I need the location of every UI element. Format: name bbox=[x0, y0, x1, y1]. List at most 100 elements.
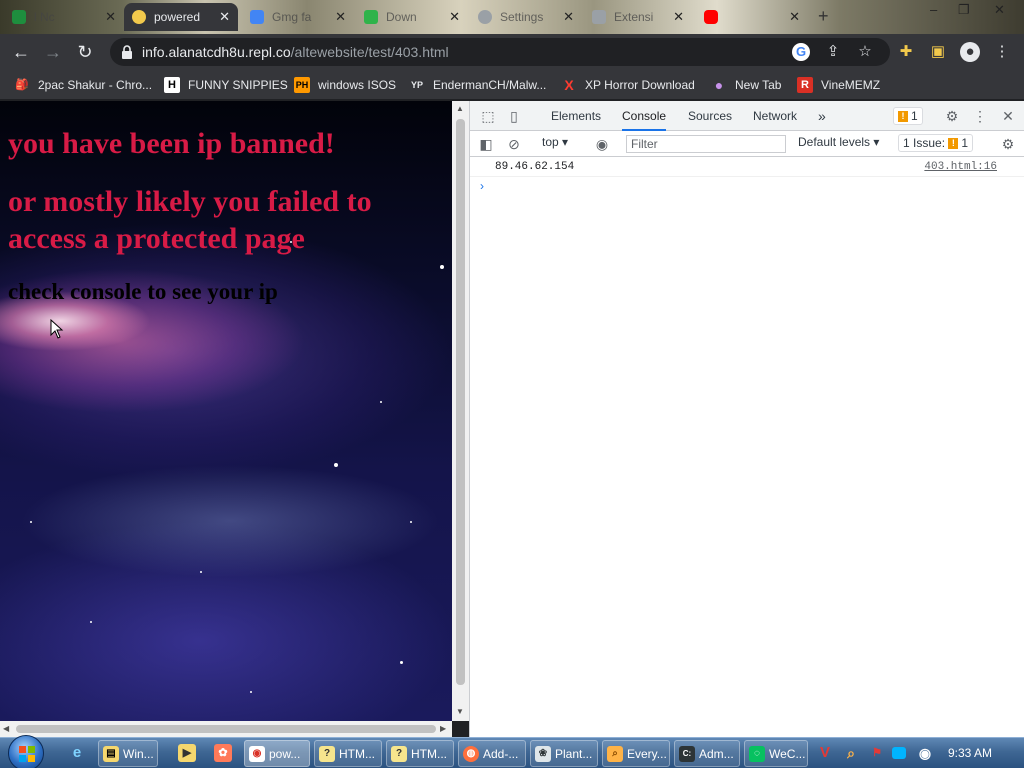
url-text[interactable]: info.alanatcdh8u.repl.co/altewebsite/tes… bbox=[142, 44, 449, 60]
issues-badge[interactable]: ! 1 bbox=[893, 107, 923, 125]
vertical-scroll-thumb[interactable] bbox=[456, 119, 465, 685]
minimize-button[interactable]: – bbox=[930, 2, 937, 17]
tab-1-close-icon[interactable]: ✕ bbox=[105, 9, 116, 25]
address-bar[interactable]: info.alanatcdh8u.repl.co/altewebsite/tes… bbox=[110, 38, 890, 66]
bookmark-2pac-icon: 🎒 bbox=[15, 79, 29, 91]
maximize-button[interactable]: ❐ bbox=[958, 2, 970, 18]
taskbar-windows-explorer[interactable]: ▤ Win... bbox=[98, 740, 158, 767]
issues-label: 1 Issue: bbox=[903, 136, 946, 150]
clear-console-icon[interactable]: ⊘ bbox=[506, 136, 522, 152]
reload-button[interactable]: ↻ bbox=[74, 41, 96, 63]
show-sidebar-icon[interactable]: ◧ bbox=[478, 136, 494, 152]
console-log-row: 89.46.62.154 403.html:16 bbox=[470, 157, 1024, 177]
context-select[interactable]: top ▾ bbox=[542, 135, 568, 149]
bookmark-new-tab[interactable]: ● New Tab bbox=[711, 76, 782, 94]
taskbar-admin-cmd[interactable]: C: Adm... bbox=[674, 740, 740, 767]
tab-7-close-icon[interactable]: ✕ bbox=[789, 9, 800, 25]
bookmark-2pac[interactable]: 🎒 2pac Shakur - Chro... bbox=[14, 76, 152, 94]
taskbar-label: Add-... bbox=[483, 746, 519, 761]
tab-2-favicon-icon bbox=[132, 10, 146, 24]
tab-4[interactable]: Down ✕ bbox=[356, 3, 468, 31]
tab-6-close-icon[interactable]: ✕ bbox=[673, 9, 684, 25]
taskbar-chrome[interactable]: ◉ pow... bbox=[244, 740, 310, 767]
horizontal-scroll-thumb[interactable] bbox=[16, 725, 436, 733]
console-filter-input[interactable]: Filter bbox=[626, 135, 786, 153]
tab-elements[interactable]: Elements bbox=[551, 101, 601, 131]
volume-tray-icon[interactable]: ◉ bbox=[916, 744, 934, 762]
search-tray-icon[interactable]: ⌕ bbox=[842, 744, 860, 762]
tab-3[interactable]: Gmg fa ✕ bbox=[242, 3, 354, 31]
flag-tray-icon[interactable]: ⚑ bbox=[868, 744, 886, 762]
scroll-up-arrow-icon[interactable]: ▲ bbox=[456, 104, 464, 113]
bookmark-ph-icon: PH bbox=[294, 77, 310, 93]
lock-icon[interactable] bbox=[120, 44, 134, 60]
page-horizontal-scrollbar[interactable]: ◀ ▶ bbox=[0, 721, 452, 737]
tab-2-active[interactable]: powered ✕ bbox=[124, 3, 238, 31]
tab-7[interactable]: ✕ bbox=[696, 3, 808, 31]
devtools-close-icon[interactable]: ✕ bbox=[1000, 108, 1016, 124]
taskbar-plants[interactable]: ❀ Plant... bbox=[530, 740, 598, 767]
media-player-icon[interactable]: ▶ bbox=[178, 744, 196, 762]
share-icon[interactable]: ⇪ bbox=[824, 43, 842, 61]
explorer-icon: ▤ bbox=[103, 745, 119, 762]
scroll-left-arrow-icon[interactable]: ◀ bbox=[3, 724, 9, 733]
tab-network[interactable]: Network bbox=[753, 101, 797, 131]
tab-6-title: Extensi bbox=[614, 10, 654, 24]
url-path: /altewebsite/test/403.html bbox=[290, 44, 449, 60]
console-settings-gear-icon[interactable]: ⚙ bbox=[1000, 136, 1016, 152]
live-expression-eye-icon[interactable]: ◉ bbox=[594, 136, 610, 152]
check-console-text: check console to see your ip bbox=[8, 279, 278, 304]
issues-counter[interactable]: 1 Issue: ! 1 bbox=[898, 134, 974, 152]
taskbar-html-help-1[interactable]: ? HTM... bbox=[314, 740, 382, 767]
side-panel-icon[interactable]: ▣ bbox=[928, 42, 948, 62]
taskbar-everything-search[interactable]: ⌕ Every... bbox=[602, 740, 670, 767]
inspect-element-icon[interactable]: ⬚ bbox=[480, 108, 496, 124]
console-toolbar: ◧ ⊘ top ▾ ◉ Filter Default levels ▾ 1 Is… bbox=[470, 131, 1024, 157]
tab-3-close-icon[interactable]: ✕ bbox=[335, 9, 346, 25]
device-toolbar-icon[interactable]: ▯ bbox=[506, 108, 522, 124]
bookmark-windows-isos[interactable]: PH windows ISOS bbox=[294, 76, 396, 94]
new-tab-button[interactable]: + bbox=[818, 6, 829, 27]
bookmark-endermanch[interactable]: YP EndermanCH/Malw... bbox=[409, 76, 546, 94]
taskbar-wechat[interactable]: ◌ WeC... bbox=[744, 740, 808, 767]
log-levels-select[interactable]: Default levels ▾ bbox=[798, 135, 879, 149]
taskbar-clock[interactable]: 9:33 AM bbox=[948, 746, 992, 760]
bookmark-r-icon: R bbox=[797, 77, 813, 93]
console-prompt[interactable]: › bbox=[480, 179, 484, 193]
context-select-value: top bbox=[542, 135, 559, 149]
menu-kebab-icon[interactable]: ⋮ bbox=[992, 42, 1012, 62]
tab-sources[interactable]: Sources bbox=[688, 101, 732, 131]
tab-5[interactable]: Settings ✕ bbox=[470, 3, 582, 31]
tab-console[interactable]: Console bbox=[622, 101, 667, 131]
internet-explorer-icon[interactable]: e bbox=[68, 744, 86, 762]
start-button[interactable] bbox=[8, 735, 44, 768]
devtools-menu-kebab-icon[interactable]: ⋮ bbox=[972, 108, 988, 124]
close-window-button[interactable]: ✕ bbox=[994, 2, 1005, 18]
bookmark-vinememz[interactable]: R VineMEMZ bbox=[797, 76, 880, 94]
back-button[interactable]: ← bbox=[10, 41, 32, 63]
profile-avatar-icon[interactable]: ● bbox=[960, 42, 980, 62]
scroll-right-arrow-icon[interactable]: ▶ bbox=[440, 724, 446, 733]
tab-4-close-icon[interactable]: ✕ bbox=[449, 9, 460, 25]
bookmark-xp-horror[interactable]: X XP Horror Download bbox=[561, 76, 695, 94]
extensions-puzzle-icon[interactable]: ✚ bbox=[896, 42, 916, 62]
monitor-tray-icon[interactable] bbox=[892, 747, 906, 759]
taskbar-firefox-addons[interactable]: ◍ Add-... bbox=[458, 740, 526, 767]
paint-icon[interactable]: ✿ bbox=[214, 744, 232, 762]
bookmark-star-icon[interactable]: ☆ bbox=[856, 43, 874, 61]
tab-6[interactable]: Extensi ✕ bbox=[584, 3, 692, 31]
tab-2-close-icon[interactable]: ✕ bbox=[219, 9, 230, 25]
tab-1[interactable]: l Nc ✕ bbox=[4, 3, 124, 31]
tab-5-close-icon[interactable]: ✕ bbox=[563, 9, 574, 25]
bookmarks-bar: 🎒 2pac Shakur - Chro... H FUNNY SNIPPIES… bbox=[0, 70, 1024, 100]
scroll-down-arrow-icon[interactable]: ▼ bbox=[456, 707, 464, 716]
taskbar-html-help-2[interactable]: ? HTM... bbox=[386, 740, 454, 767]
bookmark-funny-snippies[interactable]: H FUNNY SNIPPIES bbox=[164, 76, 288, 94]
vivaldi-icon[interactable]: V bbox=[816, 744, 834, 762]
page-vertical-scrollbar[interactable]: ▲ ▼ bbox=[452, 101, 469, 721]
console-log-source-link[interactable]: 403.html:16 bbox=[924, 161, 997, 173]
forward-button[interactable]: → bbox=[42, 41, 64, 63]
more-tabs-icon[interactable]: » bbox=[818, 101, 826, 131]
google-lens-icon[interactable]: G bbox=[792, 43, 810, 61]
devtools-settings-gear-icon[interactable]: ⚙ bbox=[944, 108, 960, 124]
